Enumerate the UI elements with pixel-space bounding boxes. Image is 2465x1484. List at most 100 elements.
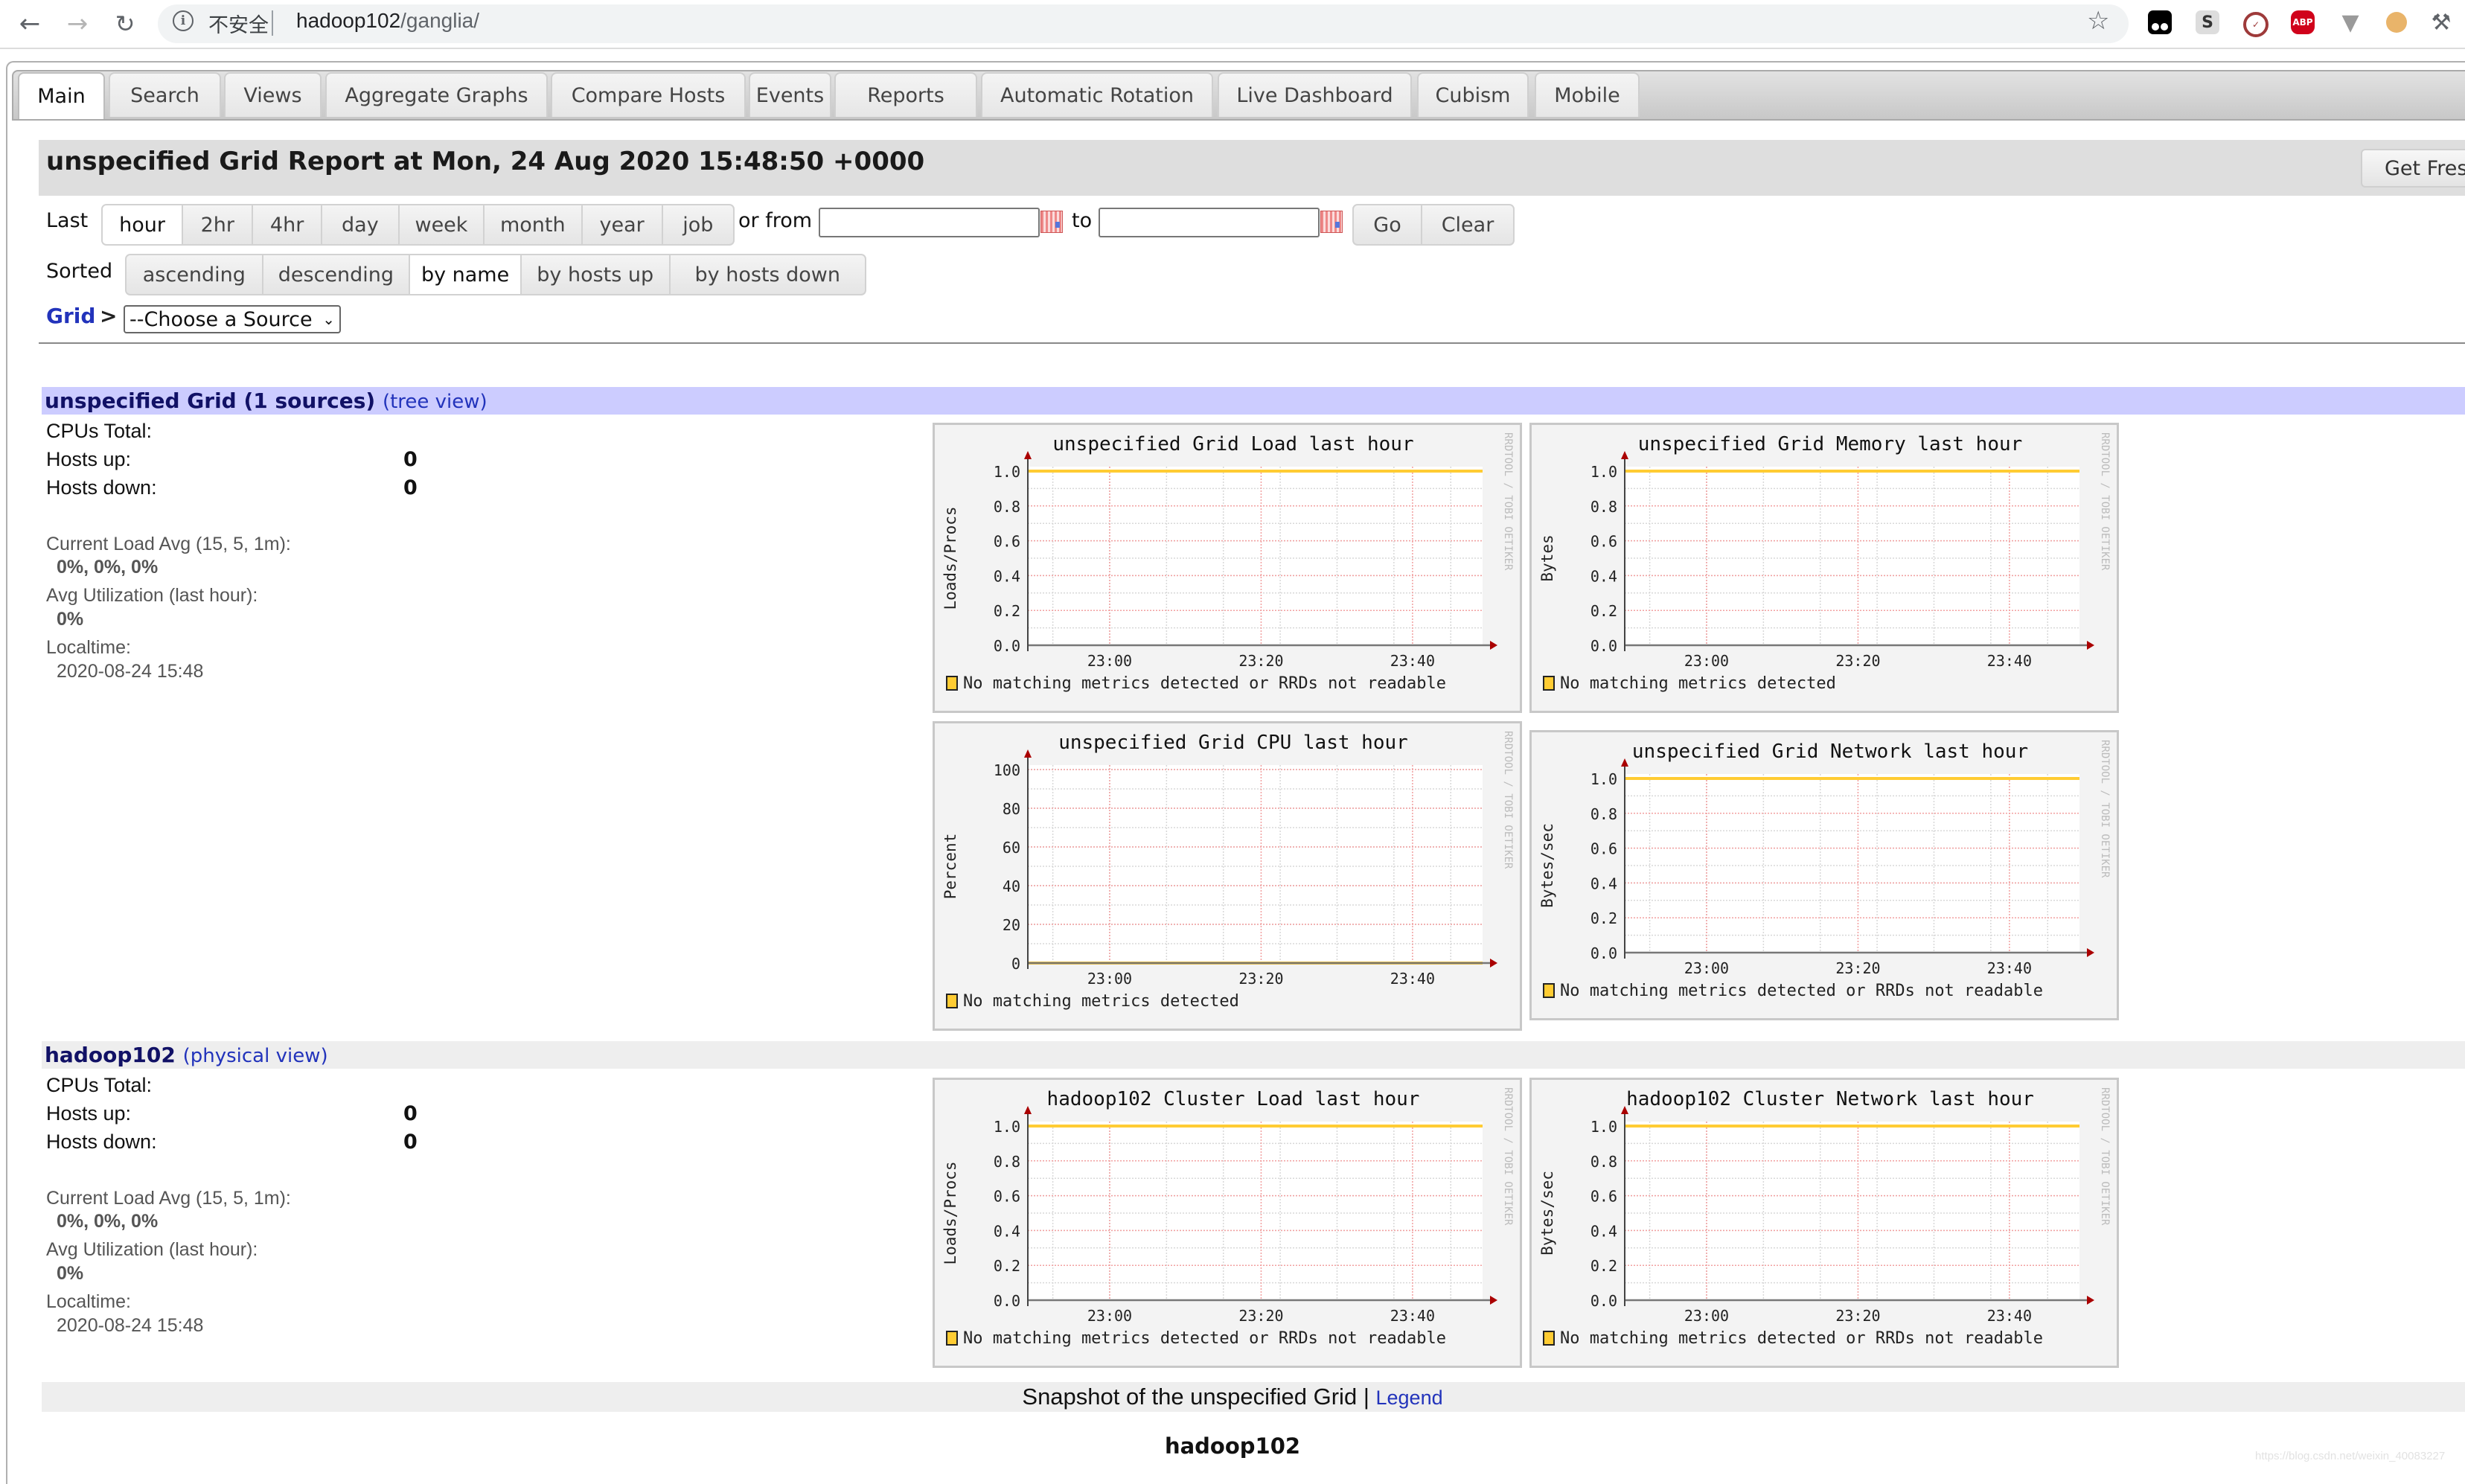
tab-mobile[interactable]: Mobile [1535,72,1640,117]
y-tick-label: 20 [1003,916,1020,934]
graph-grid-network[interactable]: 0.0 0.2 0.4 0.6 0.8 1.0 23:00 23:20 23:40 unspeci… [1529,730,2119,1020]
range-year-button[interactable]: year [583,205,663,244]
tab-automatic-rotation[interactable]: Automatic Rotation [981,72,1213,117]
y-tick-label: 1.0 [994,463,1020,481]
tab-views[interactable]: Views [224,72,322,117]
x-tick-label: 23:40 [1987,1307,2032,1325]
graph-canvas: 0.0 0.2 0.4 0.6 0.8 1.0 23:00 23:20 23:40 hadoop1… [1538,1087,2111,1348]
y-tick-label: 0.4 [994,567,1020,585]
tab-aggregate-graphs[interactable]: Aggregate Graphs [325,72,548,117]
tab-main[interactable]: Main [18,72,105,119]
url-host: hadoop102 [296,9,401,32]
s-extension-icon[interactable]: S [2196,10,2219,34]
from-date-input[interactable] [819,208,1040,237]
source-select-value: --Choose a Source [130,307,313,331]
hosts-up-label: Hosts up: [46,448,132,470]
range-month-button[interactable]: month [485,205,583,244]
y-tick-label: 0.4 [1590,567,1617,585]
y-axis-arrow [1024,451,1032,459]
range-day-button[interactable]: day [322,205,400,244]
tab-events[interactable]: Events [749,72,831,117]
legend-label: No matching metrics detected [963,992,1239,1011]
physical-view-link[interactable]: (physical view) [183,1045,328,1067]
source-select[interactable]: --Choose a Source ⌄ [124,305,341,333]
sort-by-name-button[interactable]: by name [410,255,522,294]
y-tick-label: 0 [1011,955,1020,973]
breadcrumb-separator: > [100,304,118,328]
legend-swatch [946,994,958,1008]
hosts-down-value: 0 [403,476,418,499]
info-icon[interactable]: i [173,10,194,31]
legend-swatch [946,676,958,691]
plot-area [1028,467,1483,645]
adblock-plus-icon[interactable]: ABP [2291,10,2315,34]
tree-view-link[interactable]: (tree view) [383,391,487,413]
security-label[interactable]: 不安全 [208,9,269,38]
legend-swatch [1543,1331,1555,1346]
range-hour-button[interactable]: hour [103,205,184,244]
tampermonkey-icon[interactable] [2148,10,2172,34]
extensions-puzzle-icon[interactable]: ⚒ [2429,10,2453,36]
forward-icon[interactable]: → [61,7,94,40]
y-tick-label: 0.0 [1590,637,1617,655]
watermark: https://blog.csdn.net/weixin_40083227 [2255,1450,2446,1462]
graph-canvas: 0.0 0.2 0.4 0.6 0.8 1.0 23:00 23:20 23:40 unspeci… [1538,740,2111,1000]
range-job-button[interactable]: job [663,205,733,244]
range-week-button[interactable]: week [400,205,485,244]
x-tick-label: 23:40 [1987,652,2032,670]
to-date-input[interactable] [1099,208,1320,237]
to-calendar-icon[interactable] [1320,211,1343,233]
sort-descending-button[interactable]: descending [263,255,411,294]
tab-search[interactable]: Search [109,72,221,117]
y-tick-label: 0.2 [1590,1257,1617,1275]
legend-label: No matching metrics detected [1560,674,1836,693]
y-tick-label: 0.4 [994,1222,1020,1240]
divider [39,342,2465,344]
clear-button[interactable]: Clear [1422,205,1513,244]
vue-devtools-icon[interactable]: ▼ [2338,10,2362,36]
y-tick-label: 0.6 [1590,840,1617,858]
localtime-label: Localtime: [46,1291,131,1312]
utilization-value: 0% [57,609,84,630]
rrdtool-watermark: RRDTOOL / TOBI OETIKER [2099,432,2111,571]
chevron-down-icon: ⌄ [322,310,335,328]
graph-grid-cpu[interactable]: 0 20 40 60 80 100 23:00 23:20 23:40 unspecified G… [933,721,1522,1031]
tab-reports[interactable]: Reports [834,72,977,117]
range-4hr-button[interactable]: 4hr [253,205,322,244]
load-avg-value: 0%, 0%, 0% [57,557,159,578]
bookmark-star-icon[interactable]: ☆ [2087,6,2109,36]
cookie-icon[interactable] [2386,12,2407,33]
tab-live-dashboard[interactable]: Live Dashboard [1218,72,1412,117]
reload-icon[interactable]: ↻ [109,7,141,40]
url-text[interactable]: hadoop102/ganglia/ [296,9,479,33]
legend-label: No matching metrics detected or RRDs not… [1560,982,2043,1000]
back-icon[interactable]: ← [13,7,46,40]
range-2hr-button[interactable]: 2hr [183,205,254,244]
y-tick-label: 1.0 [1590,463,1617,481]
graph-grid-load[interactable]: 0.0 0.2 0.4 0.6 0.8 1.0 23:00 23:20 23:40 unspeci… [933,423,1522,713]
sort-by-hosts-up-button[interactable]: by hosts up [522,255,671,294]
legend-link[interactable]: Legend [1376,1387,1443,1409]
get-fresh-data-button[interactable]: Get Fres [2361,149,2465,188]
from-calendar-icon[interactable] [1040,211,1063,233]
grid-breadcrumb-link[interactable]: Grid [46,304,95,328]
load-avg-value: 0%, 0%, 0% [57,1211,159,1232]
y-tick-label: 0.2 [1590,602,1617,620]
cluster-section-title[interactable]: hadoop102 [45,1043,176,1067]
graph-cluster-load[interactable]: 0.0 0.2 0.4 0.6 0.8 1.0 23:00 23:20 23:40 hadoop1… [933,1078,1522,1368]
hosts-up-value: 0 [403,1102,418,1125]
sort-by-hosts-down-button[interactable]: by hosts down [671,255,865,294]
tab-cubism[interactable]: Cubism [1417,72,1529,117]
go-button[interactable]: Go [1354,205,1422,244]
graph-cluster-network[interactable]: 0.0 0.2 0.4 0.6 0.8 1.0 23:00 23:20 23:40 hadoop1… [1529,1078,2119,1368]
graph-grid-memory[interactable]: 0.0 0.2 0.4 0.6 0.8 1.0 23:00 23:20 23:40 unspeci… [1529,423,2119,713]
chart-title: unspecified Grid Memory last hour [1638,433,2023,455]
sort-selector: ascending descending by name by hosts up by … [125,254,866,295]
y-tick-label: 0.2 [1590,909,1617,927]
y-tick-label: 1.0 [1590,1118,1617,1136]
plot-area [1625,1122,2079,1300]
snapshot-host-name[interactable]: hadoop102 [0,1433,2465,1459]
sort-ascending-button[interactable]: ascending [127,255,263,294]
clock-extension-icon[interactable]: ✓ [2243,12,2269,37]
tab-compare-hosts[interactable]: Compare Hosts [551,72,746,117]
